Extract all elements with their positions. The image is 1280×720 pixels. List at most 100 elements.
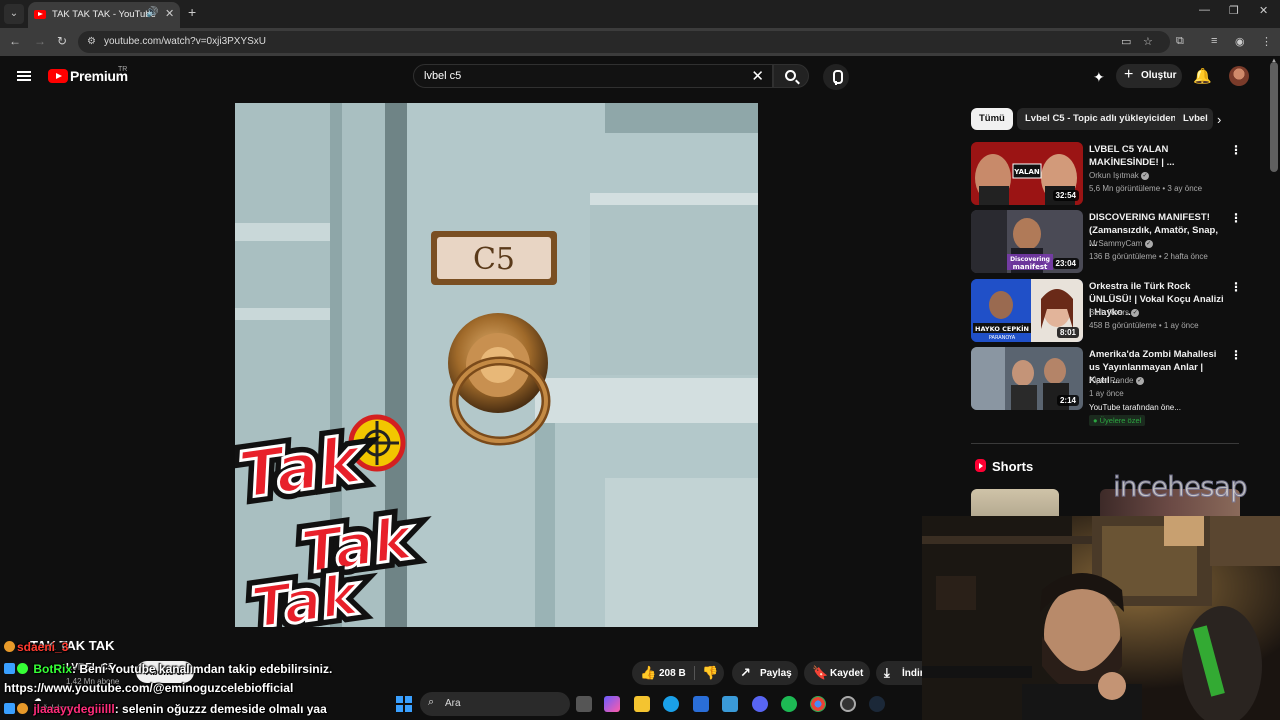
rec-thumbnail[interactable]: Discovering manifest 23:04 <box>971 210 1083 273</box>
youtube-logo-icon[interactable] <box>48 69 68 83</box>
chat-badge-icon <box>4 703 15 714</box>
rec-channel[interactable]: Beth Roars ✓ <box>1089 308 1140 317</box>
recommendation-item[interactable]: Discovering manifest 23:04 DISCOVERING M… <box>971 210 1242 274</box>
chip-lvbel[interactable]: Lvbel <box>1175 108 1213 130</box>
youtube-favicon-icon <box>34 10 46 19</box>
like-count[interactable]: 208 B <box>659 668 686 679</box>
minimize-icon[interactable]: — <box>1199 4 1210 16</box>
avatar[interactable] <box>1229 66 1249 86</box>
rec-thumbnail[interactable]: 2:14 <box>971 347 1083 410</box>
rec-more-icon[interactable]: ⋮ <box>1230 143 1242 157</box>
chat-username: jlaaayydegiiilll <box>33 702 115 716</box>
app-icon[interactable] <box>722 696 738 712</box>
rec-title[interactable]: LVBEL C5 YALAN MAKİNESİNDE! | ... <box>1089 143 1224 169</box>
rec-channel-name: MrSammyCam <box>1089 239 1143 248</box>
search-button[interactable] <box>773 64 809 88</box>
bookmark-star-icon[interactable]: ☆ <box>1143 35 1153 48</box>
save-label: Kaydet <box>830 668 864 679</box>
search-input[interactable]: lvbel c5 ✕ <box>413 64 773 88</box>
browser-tab-bar: ⌄ TAK TAK TAK - YouTube 🔊 ✕ + — ❐ ✕ <box>0 0 1280 28</box>
edge-icon[interactable] <box>663 696 679 712</box>
store-icon[interactable] <box>693 696 709 712</box>
like-icon[interactable]: 👍 <box>640 665 656 681</box>
shorts-heading: Shorts <box>992 459 1034 474</box>
download-icon: ⤓ <box>884 665 890 680</box>
forward-icon[interactable]: → <box>34 34 46 48</box>
like-divider <box>694 666 695 680</box>
window-close-icon[interactable]: ✕ <box>1259 4 1268 17</box>
recommendation-item[interactable]: YALAN 32:54 LVBEL C5 YALAN MAKİNESİNDE! … <box>971 142 1242 206</box>
page-scrollbar[interactable] <box>1270 62 1278 172</box>
site-info-icon[interactable]: ⚙ <box>87 36 96 47</box>
recommendation-item[interactable]: 2:14 Amerika'da Zombi Mahallesi us Yayın… <box>971 347 1242 431</box>
ai-assist-icon[interactable]: ✦ <box>1093 69 1105 86</box>
album-art: C5 Tak Tak Tak Tak Tak Tak <box>235 103 758 627</box>
tab-search-button[interactable]: ⌄ <box>4 4 24 24</box>
tab-title: TAK TAK TAK - YouTube <box>52 9 156 20</box>
rec-thumbnail[interactable]: HAYKO CEPKİN PARANOYA 8:01 <box>971 279 1083 342</box>
clear-search-icon[interactable]: ✕ <box>751 67 764 85</box>
reload-icon[interactable]: ↻ <box>57 34 67 48</box>
search-icon <box>785 70 796 81</box>
chat-line: https://www.youtube.com/@eminoguzcelebio… <box>4 681 293 695</box>
create-button[interactable]: + Oluştur <box>1116 64 1182 88</box>
share-button[interactable]: ↗ Paylaş <box>732 661 798 685</box>
rec-thumb-text-2b: manifest <box>1013 263 1048 271</box>
steam-icon[interactable] <box>869 696 885 712</box>
section-divider <box>971 443 1239 444</box>
discord-icon[interactable] <box>752 696 768 712</box>
restore-icon[interactable]: ❐ <box>1229 4 1239 17</box>
chrome-icon[interactable] <box>810 696 826 712</box>
create-label: Oluştur <box>1141 70 1177 81</box>
browser-tab[interactable]: TAK TAK TAK - YouTube 🔊 ✕ <box>28 2 180 28</box>
taskbar-search-label: Ara <box>445 698 461 709</box>
chrome-menu-icon[interactable]: ⋮ <box>1261 35 1272 48</box>
spotify-icon[interactable] <box>781 696 797 712</box>
dislike-icon[interactable]: 👎 <box>702 665 718 681</box>
rec-more-icon[interactable]: ⋮ <box>1230 280 1242 294</box>
rec-channel-name: Alper Rende <box>1089 376 1134 385</box>
chip-all[interactable]: Tümü <box>971 108 1013 130</box>
chips-next-icon[interactable]: › <box>1217 112 1221 127</box>
windows-start-icon[interactable] <box>396 696 412 712</box>
rec-thumbnail[interactable]: YALAN 32:54 <box>971 142 1083 205</box>
copilot-icon[interactable] <box>604 696 620 712</box>
guide-menu-icon[interactable] <box>17 71 31 81</box>
rec-channel[interactable]: MrSammyCam ✓ <box>1089 239 1153 248</box>
rec-thumb-text-1: YALAN <box>1013 168 1040 176</box>
back-icon[interactable]: ← <box>9 34 21 48</box>
plaque-text: C5 <box>473 242 515 277</box>
chat-badge-icon <box>17 663 28 674</box>
rec-meta: 458 B görüntüleme • 1 ay önce <box>1089 321 1199 330</box>
install-app-icon[interactable]: ▭ <box>1121 35 1131 48</box>
url-bar[interactable]: ⚙ youtube.com/watch?v=0xji3PXYSxU <box>78 31 1170 53</box>
file-explorer-icon[interactable] <box>634 696 650 712</box>
taskbar-search[interactable]: ⌕ Ara <box>420 692 570 716</box>
task-view-icon[interactable] <box>576 696 592 712</box>
media-control-icon[interactable]: ≡ <box>1211 35 1217 47</box>
save-button[interactable]: 🔖 Kaydet <box>804 661 870 685</box>
extensions-icon[interactable]: ⧉ <box>1176 35 1184 48</box>
tab-audio-icon[interactable]: 🔊 <box>146 7 158 18</box>
share-label: Paylaş <box>760 668 792 679</box>
recommendation-item[interactable]: HAYKO CEPKİN PARANOYA 8:01 Orkestra ile … <box>971 279 1242 343</box>
chat-username: sdaeni_3 <box>17 640 69 654</box>
chat-badge-icon <box>4 641 15 652</box>
video-frame[interactable]: C5 Tak Tak Tak Tak Tak Tak <box>235 103 758 627</box>
chat-line: jlaaayydegiiilll: selenin oğuzzz demesid… <box>4 702 327 716</box>
address-bar-row: ← → ↻ ⚙ youtube.com/watch?v=0xji3PXYSxU … <box>0 28 1280 56</box>
rec-more-icon[interactable]: ⋮ <box>1230 211 1242 225</box>
tab-close-icon[interactable]: ✕ <box>165 7 174 20</box>
rec-channel[interactable]: Orkun Işıtmak ✓ <box>1089 171 1150 180</box>
like-dislike-group: 👍 208 B 👎 <box>632 661 724 685</box>
rec-more-icon[interactable]: ⋮ <box>1230 348 1242 362</box>
notifications-bell-icon[interactable]: 🔔 <box>1193 67 1212 85</box>
plus-icon: + <box>1124 66 1134 83</box>
profile-icon[interactable]: ◉ <box>1235 35 1245 48</box>
chip-topic[interactable]: Lvbel C5 - Topic adlı yükleyiciden <box>1017 108 1185 130</box>
new-tab-button[interactable]: + <box>188 4 196 20</box>
country-code: TR <box>118 66 128 73</box>
rec-channel[interactable]: Alper Rende ✓ <box>1089 376 1144 385</box>
voice-search-icon[interactable] <box>823 64 849 90</box>
obs-icon[interactable] <box>840 696 856 712</box>
